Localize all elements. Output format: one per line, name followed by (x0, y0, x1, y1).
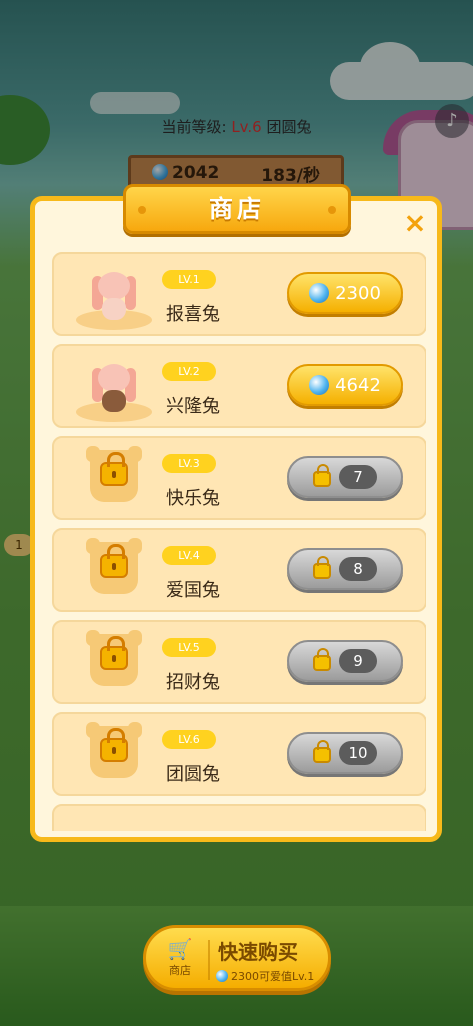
level-badge: LV.6 (162, 730, 216, 749)
level-badge: LV.3 (162, 454, 216, 473)
lock-icon (313, 464, 331, 487)
shop-item: LV.4 爱国兔 8 (52, 528, 426, 612)
shop-list[interactable]: LV.1 报喜兔 2300 LV.2 兴隆兔 4642 LV.3 快乐兔 7 L… (45, 246, 426, 831)
locked-button[interactable]: 8 (287, 548, 403, 590)
gem-icon (309, 283, 330, 303)
quick-buy-button[interactable]: 快速购买 (218, 936, 298, 965)
lock-icon (100, 452, 128, 486)
close-icon[interactable]: × (400, 208, 430, 238)
level-badge: LV.4 (162, 546, 216, 565)
level-badge: LV.2 (162, 362, 216, 381)
locked-button[interactable]: 10 (287, 732, 403, 774)
locked-button[interactable]: 7 (287, 456, 403, 498)
shop-title-banner: 商店 (123, 184, 351, 234)
gem-icon (216, 970, 228, 982)
locked-bunny-image (76, 722, 152, 792)
buy-button[interactable]: 4642 (287, 364, 403, 406)
shop-title: 商店 (209, 195, 265, 223)
cart-icon: 🛒 (167, 937, 193, 961)
pig-level-icon: 8 (339, 557, 377, 581)
shop-panel: LV.1 报喜兔 2300 LV.2 兴隆兔 4642 LV.3 快乐兔 7 L… (30, 196, 442, 842)
shop-item: LV.2 兴隆兔 4642 (52, 344, 426, 428)
lock-icon (313, 556, 331, 579)
level-badge: LV.1 (162, 270, 216, 289)
locked-bunny-image (76, 446, 152, 516)
gem-icon (309, 375, 330, 395)
level-badge: LV.5 (162, 638, 216, 657)
pig-level-icon: 9 (339, 649, 377, 673)
lock-icon (313, 740, 331, 763)
item-name: 爱国兔 (166, 580, 220, 601)
locked-button[interactable]: 9 (287, 640, 403, 682)
buy-button[interactable]: 2300 (287, 272, 403, 314)
quick-buy-info: 2300可爱值Lv.1 (216, 968, 314, 984)
locked-bunny-image (76, 538, 152, 608)
shop-item: LV.6 团圆兔 10 (52, 712, 426, 796)
shop-item: LV.3 快乐兔 7 (52, 436, 426, 520)
shop-item: LV.1 报喜兔 2300 (52, 252, 426, 336)
lock-icon (100, 728, 128, 762)
locked-bunny-image (76, 630, 152, 700)
pig-level-icon: 7 (339, 465, 377, 489)
item-name: 快乐兔 (166, 488, 220, 509)
item-name: 招财兔 (166, 672, 220, 693)
shop-item-partial (52, 804, 426, 831)
shop-item: LV.5 招财兔 9 (52, 620, 426, 704)
pig-level-icon: 10 (339, 741, 377, 765)
item-name: 报喜兔 (166, 304, 220, 325)
item-name: 团圆兔 (166, 764, 220, 785)
item-name: 兴隆兔 (166, 396, 220, 417)
lock-icon (313, 648, 331, 671)
divider (208, 940, 210, 980)
lock-icon (100, 544, 128, 578)
bunny-image (76, 354, 152, 424)
quick-buy-bar: 🛒 商店 快速购买 2300可爱值Lv.1 (143, 925, 331, 991)
bunny-image (76, 262, 152, 332)
lock-icon (100, 636, 128, 670)
shop-button[interactable]: 🛒 商店 (160, 936, 200, 978)
